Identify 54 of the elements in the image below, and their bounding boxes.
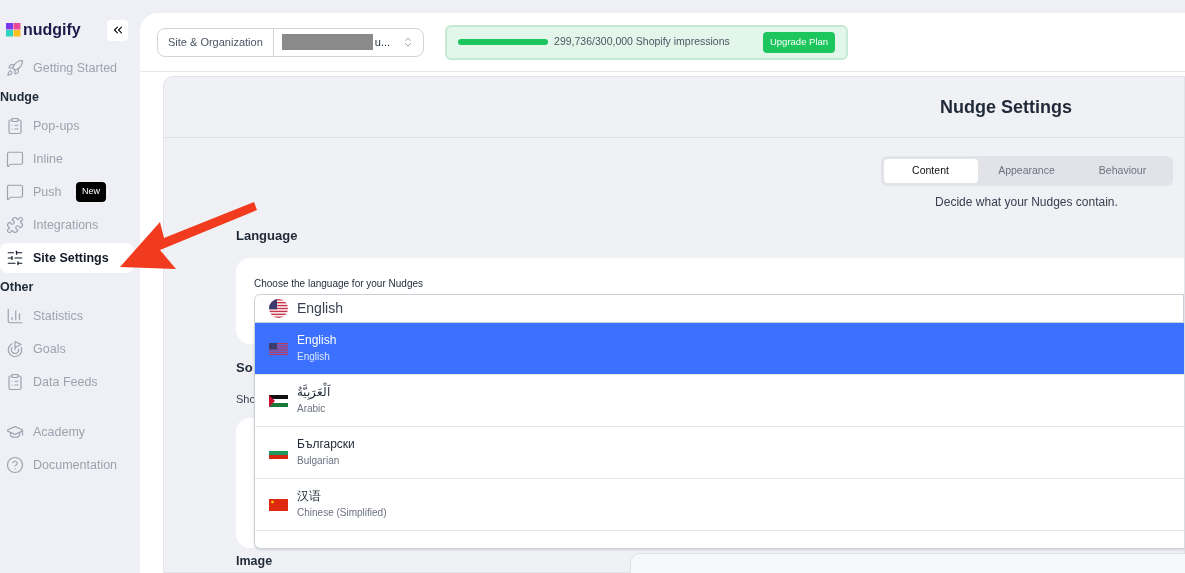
section-heading: Nudge <box>0 88 40 106</box>
chat-check-icon <box>6 150 24 168</box>
section-heading: Other <box>0 278 35 296</box>
language-name: English <box>297 333 337 349</box>
clipboard-icon <box>6 117 24 135</box>
sidebar-item[interactable]: Data Feeds <box>0 367 134 397</box>
sidebar-item[interactable]: Push New <box>0 177 134 207</box>
chat-check-icon <box>6 183 24 201</box>
field-label: Choose the language for your Nudges <box>254 276 424 291</box>
rocket-icon <box>6 59 24 77</box>
sidebar-item[interactable]: Academy <box>0 417 134 447</box>
language-option[interactable]: English English <box>255 323 1184 375</box>
language-english-name: English <box>297 351 331 364</box>
bar-chart-icon <box>6 307 24 325</box>
flag-icon <box>269 299 288 318</box>
tab[interactable]: Content <box>883 159 978 183</box>
target-icon <box>6 340 24 358</box>
section-heading: Image <box>236 552 273 570</box>
sidebar-item[interactable]: Getting Started <box>0 53 134 83</box>
logo-icon <box>6 23 21 37</box>
section-heading: So <box>236 358 253 377</box>
sliders-icon <box>6 249 24 267</box>
flag-icon <box>269 342 288 355</box>
tab[interactable]: Appearance <box>979 159 1074 183</box>
graduation-cap-icon <box>6 423 24 441</box>
language-option[interactable]: 汉语 Chinese (Simplified) <box>255 479 1184 531</box>
new-badge: New <box>76 182 106 202</box>
flag-icon <box>269 394 288 407</box>
sidebar-item[interactable]: Goals <box>0 334 134 364</box>
flag-icon <box>269 498 288 511</box>
upgrade-button[interactable]: Upgrade Plan <box>762 31 836 53</box>
sidebar-item[interactable]: Statistics <box>0 301 134 331</box>
language-select[interactable]: English <box>254 294 1184 323</box>
collapse-button[interactable] <box>107 19 128 41</box>
sidebar-item[interactable]: Integrations <box>0 210 134 240</box>
sidebar-item[interactable]: Pop-ups <box>0 111 134 141</box>
language-option[interactable]: Български Bulgarian <box>255 427 1184 479</box>
language-name: 汉语 <box>297 489 322 505</box>
clipboard-icon <box>6 373 24 391</box>
sidebar-item[interactable]: Inline <box>0 144 134 174</box>
language-english-name: Bulgarian <box>297 455 341 468</box>
language-english-name: Arabic <box>297 403 327 416</box>
logo-text: nudgify <box>23 20 81 40</box>
puzzle-icon <box>6 216 24 234</box>
language-name: Български <box>297 437 355 453</box>
help-icon <box>6 456 24 474</box>
tab[interactable]: Behaviour <box>1075 159 1170 183</box>
tab-description: Decide what your Nudges contain. <box>935 194 1118 211</box>
language-english-name: Chinese (Simplified) <box>297 507 387 520</box>
sidebar-item[interactable]: Site Settings <box>0 243 134 273</box>
section-heading: Language <box>236 227 299 245</box>
usage-text: 299,736/300,000 Shopify impressions <box>554 34 730 50</box>
sidebar-item[interactable]: Documentation <box>0 450 134 480</box>
page-title: Nudge Settings <box>940 95 1072 119</box>
